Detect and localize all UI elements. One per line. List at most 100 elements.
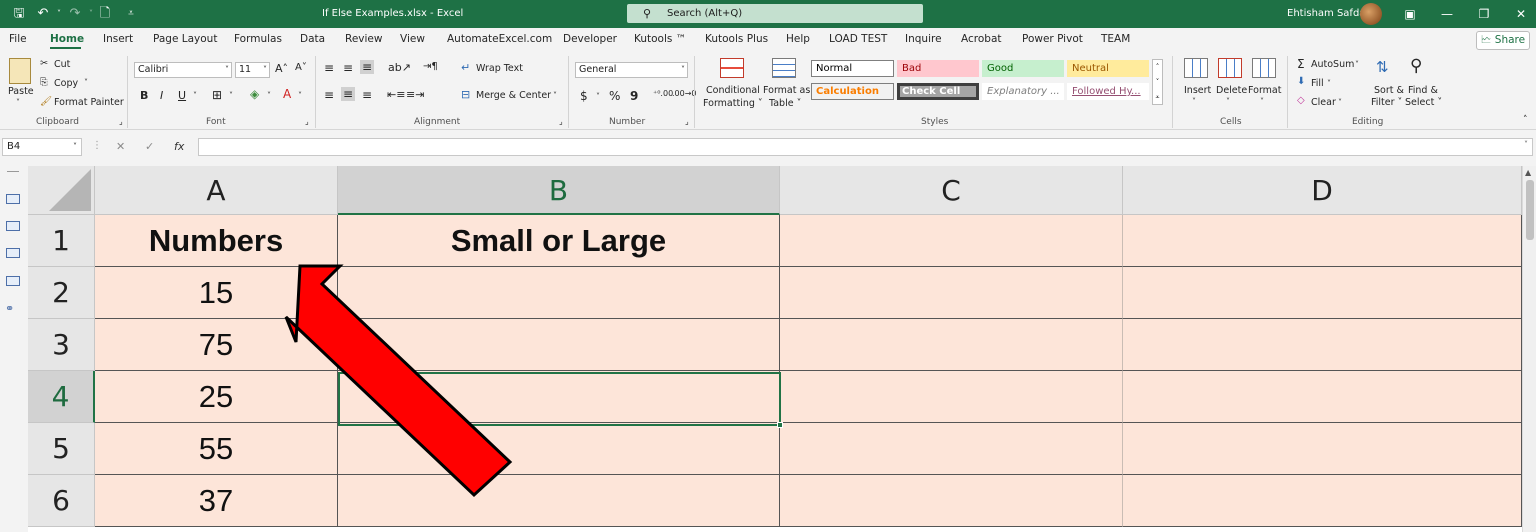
decrease-decimal-icon[interactable]: .00→0 — [672, 89, 697, 98]
font-family-select[interactable]: Calibri ˅ — [134, 62, 232, 78]
borders-dropdown-icon[interactable]: ˅ — [229, 91, 233, 100]
grow-font-button[interactable]: A˄ — [275, 62, 288, 75]
tab-acrobat[interactable]: Acrobat — [961, 33, 1002, 45]
cell-a2[interactable]: 15 — [95, 267, 338, 319]
select-all-button[interactable] — [28, 166, 95, 215]
increase-indent-icon[interactable]: ≡⇥ — [406, 88, 424, 101]
percent-button[interactable]: % — [609, 89, 620, 103]
cell-d2[interactable] — [1123, 267, 1522, 319]
fill-color-icon[interactable]: ◈ — [250, 87, 259, 101]
cell-c3[interactable] — [780, 319, 1123, 371]
vertical-scrollbar[interactable]: ▲ — [1522, 166, 1536, 532]
insert-dropdown-icon[interactable]: ˅ — [1192, 97, 1196, 106]
cell-b4[interactable] — [338, 371, 780, 423]
align-top-icon[interactable]: ≡ — [324, 61, 334, 75]
paste-button[interactable]: Paste — [8, 86, 34, 97]
column-header-d[interactable]: D — [1123, 166, 1522, 215]
format-as-table-icon[interactable] — [772, 58, 796, 78]
cell-d1[interactable] — [1123, 215, 1522, 267]
customize-toolbar-icon[interactable]: ⩡ — [122, 5, 140, 23]
tab-kutools[interactable]: Kutools ™ — [634, 33, 686, 45]
row-header-4[interactable]: 4 — [28, 371, 95, 423]
format-painter-icon[interactable]: 🖌 — [40, 96, 52, 107]
wrap-text-icon[interactable]: ↵ — [461, 61, 470, 74]
format-as-table-line1[interactable]: Format as — [763, 85, 810, 96]
font-launcher-icon[interactable]: ⌟ — [305, 117, 309, 126]
column-header-b[interactable]: B — [338, 166, 780, 215]
tab-developer[interactable]: Developer — [563, 33, 617, 45]
clipboard-launcher-icon[interactable]: ⌟ — [119, 117, 123, 126]
find-select-line2[interactable]: Select ˅ — [1405, 97, 1442, 108]
copy-dropdown-icon[interactable]: ˅ — [84, 78, 88, 87]
format-cells-button[interactable]: Format — [1248, 85, 1281, 96]
cell-a5[interactable]: 55 — [95, 423, 338, 475]
font-color-icon[interactable]: A — [283, 87, 291, 101]
new-file-icon[interactable]: 🗋 — [96, 5, 114, 23]
tab-kutools-plus[interactable]: Kutools Plus — [705, 33, 768, 45]
tab-team[interactable]: TEAM — [1101, 33, 1130, 45]
user-name[interactable]: Ehtisham Safdar — [1287, 8, 1370, 19]
align-bottom-icon[interactable]: ≡ — [360, 60, 375, 74]
cell-d5[interactable] — [1123, 423, 1522, 475]
sort-filter-line1[interactable]: Sort & — [1374, 85, 1404, 96]
restore-icon[interactable]: ❐ — [1473, 5, 1495, 23]
styles-gallery-scroll[interactable]: ˄ ˅ ⩡ — [1152, 59, 1163, 105]
align-left-icon[interactable]: ≡ — [324, 88, 334, 102]
align-center-icon[interactable]: ≡ — [341, 87, 356, 101]
borders-icon[interactable]: ⊞ — [212, 88, 222, 102]
cell-c1[interactable] — [780, 215, 1123, 267]
currency-button[interactable]: $ — [580, 89, 588, 103]
tab-load-test[interactable]: LOAD TEST — [829, 33, 887, 45]
underline-dropdown-icon[interactable]: ˅ — [193, 91, 197, 100]
tab-help[interactable]: Help — [786, 33, 810, 45]
column-header-a[interactable]: A — [95, 166, 338, 215]
tab-power-pivot[interactable]: Power Pivot — [1022, 33, 1083, 45]
font-color-dropdown-icon[interactable]: ˅ — [298, 91, 302, 100]
conditional-formatting-icon[interactable] — [720, 58, 744, 78]
style-calculation[interactable]: Calculation — [811, 83, 894, 100]
orientation-icon[interactable]: ab↗ — [388, 61, 411, 74]
paste-icon[interactable] — [9, 58, 31, 84]
align-right-icon[interactable]: ≡ — [362, 88, 372, 102]
copy-icon[interactable]: ⎘ — [40, 77, 48, 88]
binoculars-icon[interactable]: ⚭ — [5, 302, 14, 315]
cancel-icon[interactable]: ✕ — [116, 138, 125, 156]
merge-center-button[interactable]: Merge & Center — [476, 90, 551, 101]
cell-b5[interactable] — [338, 423, 780, 475]
grid-tool-icon[interactable] — [6, 276, 20, 286]
style-normal[interactable]: Normal — [811, 60, 894, 77]
stack-tool-icon[interactable] — [6, 248, 20, 258]
find-select-icon[interactable]: ⚲ — [1410, 56, 1422, 76]
cell-a4[interactable]: 25 — [95, 371, 338, 423]
row-header-1[interactable]: 1 — [28, 215, 95, 267]
fill-button[interactable]: Fill — [1311, 78, 1324, 89]
format-dropdown-icon[interactable]: ˅ — [1260, 97, 1264, 106]
cell-b2[interactable] — [338, 267, 780, 319]
merge-dropdown-icon[interactable]: ˅ — [553, 91, 557, 100]
find-select-line1[interactable]: Find & — [1408, 85, 1438, 96]
scrollbar-thumb[interactable] — [1526, 180, 1534, 240]
tab-automateexcel[interactable]: AutomateExcel.com — [447, 33, 552, 45]
style-good[interactable]: Good — [982, 60, 1064, 77]
delete-cells-icon[interactable] — [1218, 58, 1242, 78]
clear-button[interactable]: Clear — [1311, 97, 1336, 108]
fill-dropdown-icon[interactable]: ˅ — [1327, 79, 1331, 88]
name-box[interactable]: B4 ˅ — [2, 138, 82, 156]
tab-insert[interactable]: Insert — [103, 33, 133, 45]
style-neutral[interactable]: Neutral — [1067, 60, 1149, 77]
tab-view[interactable]: View — [400, 33, 425, 45]
cell-b3[interactable] — [338, 319, 780, 371]
save-icon[interactable]: 🖫 — [10, 5, 28, 23]
column-header-c[interactable]: C — [780, 166, 1123, 215]
cell-b1[interactable]: Small or Large — [338, 215, 780, 267]
number-launcher-icon[interactable]: ⌟ — [685, 117, 689, 126]
cut-icon[interactable]: ✂ — [40, 58, 48, 69]
cell-c6[interactable] — [780, 475, 1123, 527]
spreadsheet-grid[interactable]: A B C D 1 Numbers Small or Large 2 15 3 … — [28, 166, 1522, 532]
style-explanatory[interactable]: Explanatory ... — [982, 83, 1064, 100]
sort-filter-icon[interactable]: ⇅ — [1376, 58, 1389, 76]
style-bad[interactable]: Bad — [897, 60, 979, 77]
wrap-text-button[interactable]: Wrap Text — [476, 63, 523, 74]
collapse-ribbon-icon[interactable]: ˄ — [1523, 115, 1528, 125]
scroll-up-icon[interactable]: ▲ — [1525, 168, 1531, 177]
